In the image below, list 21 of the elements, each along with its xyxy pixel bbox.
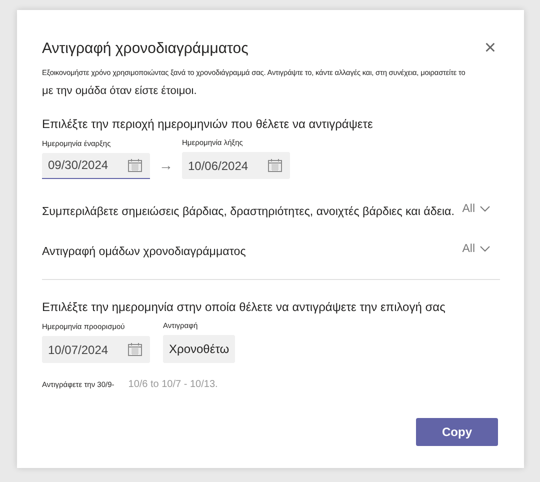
all-dropdown[interactable]: All (462, 203, 500, 219)
close-button[interactable]: × (480, 38, 500, 58)
calendar-icon[interactable] (128, 158, 142, 172)
date-field[interactable]: 10/07/2024 (42, 336, 150, 363)
calendar-icon[interactable] (128, 343, 142, 356)
copy-button[interactable]: Copy (416, 418, 498, 446)
option-label: Συμπεριλάβετε σημειώσεις βάρδιας, δραστηριότητες, ανοιχτές βάρδιες και άδεια. (42, 204, 454, 218)
chevron-down-icon (480, 206, 490, 212)
calendar-icon[interactable] (268, 159, 282, 172)
arrow-text: → (159, 157, 173, 173)
section-heading: Επιλέξτε την ημερομηνία στην οποία θέλετε να αντιγράψετε την επιλογή σας (42, 300, 446, 314)
option-label: Αντιγραφή ομάδων χρονοδιαγράμματος (42, 244, 246, 258)
all-dropdown[interactable]: All (462, 243, 500, 259)
dialog-title: Αντιγραφή χρονοδιαγράμματος (42, 40, 248, 56)
section-heading: Επιλέξτε την περιοχή ημερομηνιών που θέλετε να αντιγράψετε (42, 117, 374, 131)
intro-text: με την ομάδα όταν είστε έτοιμοι. (42, 85, 198, 97)
date-field[interactable]: 10/06/2024 (182, 152, 290, 179)
copy-dropdown[interactable]: Χρονοθέτω (163, 335, 236, 363)
summary-text: 10/6 to 10/7 - 10/13. (128, 379, 218, 390)
date-field[interactable]: 09/30/2024 (42, 152, 150, 179)
chevron-down-icon (480, 246, 490, 252)
